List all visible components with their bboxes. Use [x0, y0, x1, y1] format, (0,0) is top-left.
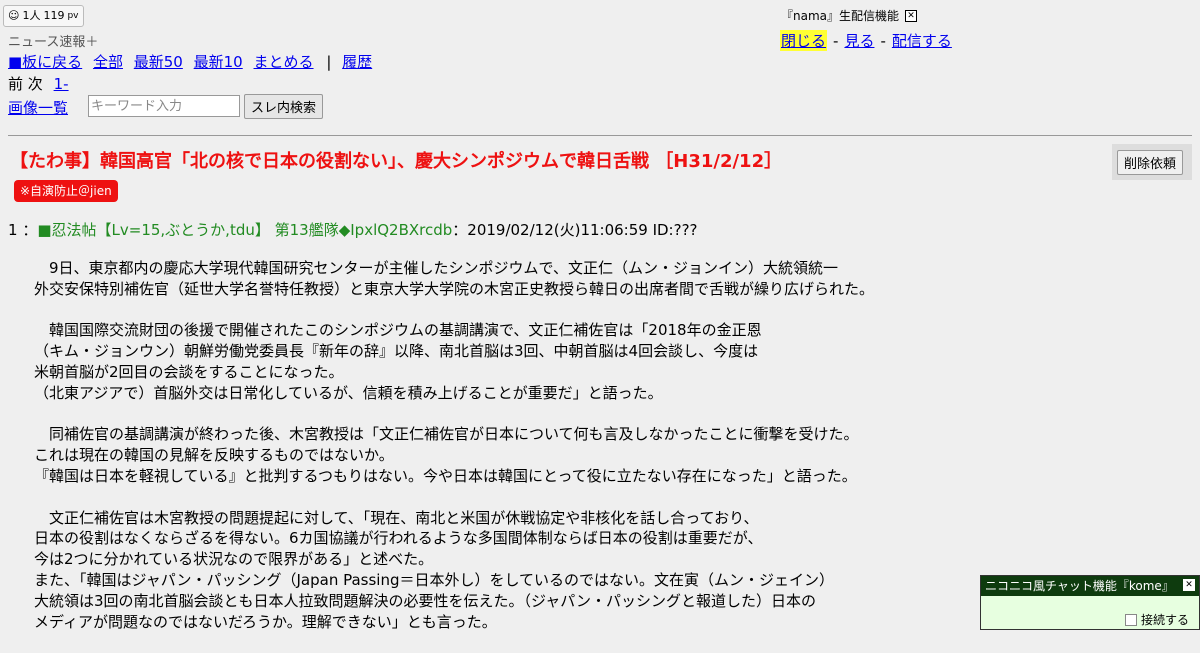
chat-connect[interactable]: 接続する	[1124, 611, 1189, 628]
back-to-board-link[interactable]: ■板に戻る	[8, 53, 82, 71]
connect-checkbox[interactable]	[1124, 613, 1137, 626]
header-divider	[8, 135, 1192, 136]
thread-title: 【たわ事】韓国高官「北の核で日本の役割ない」、慶大シンポジウムで韓日舌戦 ［H3…	[10, 151, 783, 172]
prev-page: 前	[8, 75, 24, 93]
viewer-icon: ☺	[8, 9, 20, 22]
range-link[interactable]: 1-	[54, 75, 69, 93]
history-link[interactable]: 履歴	[342, 53, 372, 71]
thread-search-input[interactable]	[88, 95, 240, 117]
nama-close-link[interactable]: 閉じる	[780, 30, 828, 51]
nama-broadcast-link[interactable]: 配信する	[892, 30, 952, 51]
all-posts-link[interactable]: 全部	[93, 53, 123, 71]
viewer-count: 1人	[22, 9, 41, 22]
chat-widget: ニコニコ風チャット機能『kome』 ✕ 接続する	[980, 575, 1200, 630]
anti-sockpuppet-badge: ※自演防止＠jien	[14, 180, 118, 202]
summarize-link[interactable]: まとめる	[254, 53, 314, 71]
post-paragraph: 同補佐官の基調講演が終わった後、木宮教授は「文正仁補佐官が日本について何も言及し…	[34, 425, 859, 485]
nama-dash: -	[880, 31, 886, 50]
post-body: 9日、東京都内の慶応大学現代韓国研究センターが主催したシンポジウムで、文正仁（ム…	[34, 258, 974, 653]
close-icon[interactable]: ✕	[905, 9, 918, 22]
thread-nav: ■板に戻る 全部 最新50 最新10 まとめる | 履歴	[8, 51, 378, 72]
nama-dash: -	[833, 31, 839, 50]
image-list-link[interactable]: 画像一覧	[8, 97, 68, 118]
connect-label: 接続する	[1140, 613, 1189, 627]
nama-controls: 閉じる - 見る - 配信する	[780, 30, 952, 51]
pagination: 前 次 1-	[8, 73, 69, 94]
next-page: 次	[27, 75, 43, 93]
chat-header: ニコニコ風チャット機能『kome』 ✕	[981, 576, 1199, 596]
pv-count: 119	[43, 9, 65, 22]
post-paragraph: 9日、東京都内の慶応大学現代韓国研究センターが主催したシンポジウムで、文正仁（ム…	[34, 259, 875, 298]
delete-request-panel: 削除依頼	[1112, 144, 1192, 180]
nama-watch-link[interactable]: 見る	[844, 30, 874, 51]
post-paragraph: 文正仁補佐官は木宮教授の問題提起に対して、「現在、南北と米国が休戦協定や非核化を…	[34, 508, 835, 631]
viewer-counter: ☺ 1人 119 pv	[3, 5, 84, 27]
board-name: ニュース速報＋	[8, 35, 99, 50]
nav-separator: |	[326, 53, 332, 71]
delete-request-button[interactable]: 削除依頼	[1117, 150, 1184, 175]
latest10-link[interactable]: 最新10	[194, 53, 243, 71]
nama-panel-title: 『nama』生配信機能 ✕	[781, 7, 918, 24]
poster-name: ■忍法帖【Lv=15,ぶとうか,tdu】 第13艦隊◆IpxlQ2BXrcdb	[37, 221, 453, 239]
thread-search-button[interactable]: スレ内検索	[244, 94, 324, 119]
chat-title: ニコニコ風チャット機能『kome』	[985, 579, 1174, 593]
nama-title-text: 『nama』生配信機能	[781, 9, 900, 23]
post-number: 1	[8, 221, 18, 239]
post-colon: ：	[22, 221, 38, 239]
pv-unit: pv	[67, 11, 79, 21]
post-header: 1 ：■忍法帖【Lv=15,ぶとうか,tdu】 第13艦隊◆IpxlQ2BXrc…	[8, 219, 698, 240]
post-paragraph: 韓国国際交流財団の後援で開催されたこのシンポジウムの基調講演で、文正仁補佐官は「…	[34, 321, 762, 402]
latest50-link[interactable]: 最新50	[134, 53, 183, 71]
close-icon[interactable]: ✕	[1183, 579, 1195, 591]
post-meta: ：2019/02/12(火)11:06:59 ID:???	[452, 221, 698, 239]
